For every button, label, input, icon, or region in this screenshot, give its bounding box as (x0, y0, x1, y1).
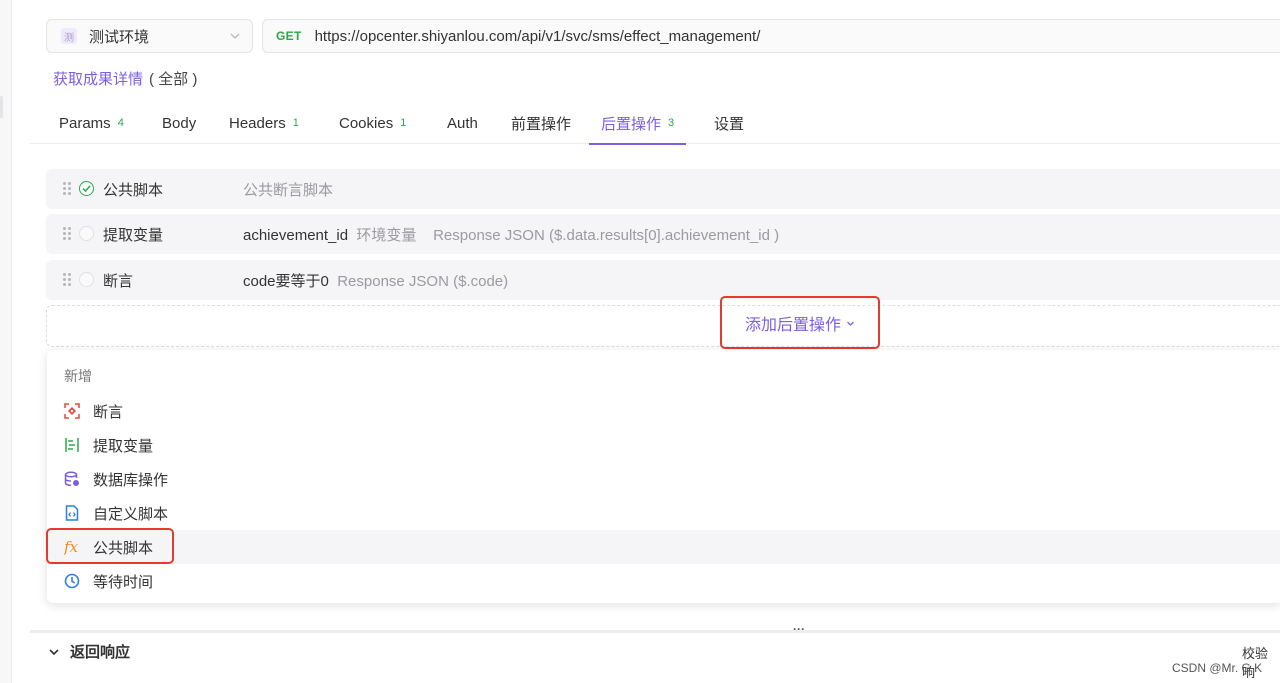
tab-post-operations[interactable]: 后置操作 3 (589, 102, 687, 145)
api-scope: ( 全部 ) (149, 71, 198, 88)
sidebar-nub (0, 96, 3, 118)
tab-settings[interactable]: 设置 (714, 102, 744, 144)
drag-handle-icon[interactable] (63, 273, 71, 287)
url-input[interactable]: https://opcenter.shiyanlou.com/api/v1/sv… (315, 28, 761, 45)
processor-name: 断言 (103, 272, 134, 290)
request-tabs: Params 4 Body Headers 1 Cookies 1 Auth 前置操作… (30, 102, 1280, 145)
menu-item-wait-time[interactable]: 等待时间 (47, 564, 1280, 598)
resize-handle-icon[interactable]: ··· (793, 622, 805, 636)
url-bar[interactable]: GET https://opcenter.shiyanlou.com/api/v… (262, 19, 1280, 53)
drag-handle-icon[interactable] (63, 182, 71, 196)
tab-cookies[interactable]: Cookies 1 (339, 102, 406, 144)
add-operation-zone (46, 305, 1280, 347)
annotation-highlight-box (46, 528, 174, 564)
database-icon (64, 471, 79, 487)
tab-params[interactable]: Params 4 (59, 102, 124, 144)
menu-item-extract-variable[interactable]: 提取变量 (47, 428, 1280, 462)
dropdown-group-label: 新增 (64, 368, 92, 384)
chevron-down-icon (49, 648, 59, 655)
processor-desc: achievement_id 环境变量 Response JSON ($.dat… (243, 226, 780, 244)
clock-icon (64, 573, 80, 589)
tab-auth[interactable]: Auth (447, 102, 478, 144)
left-sidebar-strip (0, 0, 12, 683)
processor-desc: code要等于0 Response JSON ($.code) (243, 272, 509, 290)
add-operation-dropdown: 新增 断言 提取变量 数据库操作 自定义脚本 fx 公共脚本 等待时间 (47, 350, 1280, 603)
processor-desc: 公共断言脚本 (243, 181, 334, 199)
http-method[interactable]: GET (276, 29, 302, 43)
response-label: 返回响应 (70, 644, 131, 661)
assertion-icon (64, 403, 80, 419)
processor-row-assertion[interactable]: 断言 code要等于0 Response JSON ($.code) (46, 260, 1280, 300)
add-post-operation-button[interactable]: 添加后置操作 (720, 296, 880, 349)
panel-resize-line[interactable] (30, 630, 1280, 633)
environment-badge: 测 (61, 28, 77, 44)
watermark: CSDN @Mr. G K (1172, 661, 1263, 675)
drag-handle-icon[interactable] (63, 227, 71, 241)
script-file-icon (65, 505, 79, 521)
api-title-row: 获取成果详情 ( 全部 ) (53, 68, 197, 89)
menu-item-database[interactable]: 数据库操作 (47, 462, 1280, 496)
processor-row-public-script[interactable]: 公共脚本 公共断言脚本 (46, 169, 1280, 209)
extract-variable-icon (65, 438, 79, 452)
processor-name: 提取变量 (103, 226, 164, 244)
menu-item-custom-script[interactable]: 自定义脚本 (47, 496, 1280, 530)
tab-body[interactable]: Body (162, 102, 196, 144)
menu-item-assertion[interactable]: 断言 (47, 394, 1280, 428)
environment-select[interactable]: 测 测试环境 (46, 19, 253, 53)
processor-row-extract-variable[interactable]: 提取变量 achievement_id 环境变量 Response JSON (… (46, 214, 1280, 254)
enable-checkbox[interactable] (79, 226, 94, 241)
tab-pre-operations[interactable]: 前置操作 (511, 102, 571, 144)
environment-name: 测试环境 (89, 28, 150, 46)
enable-checkbox[interactable] (79, 272, 94, 287)
processor-name: 公共脚本 (103, 181, 164, 199)
response-section-header[interactable]: 返回响应 (48, 641, 130, 662)
enabled-check-icon[interactable] (79, 181, 94, 196)
chevron-down-icon (847, 321, 854, 326)
chevron-down-icon (230, 33, 240, 39)
tab-headers[interactable]: Headers 1 (229, 102, 299, 144)
api-name-link[interactable]: 获取成果详情 (53, 68, 143, 89)
menu-item-public-script[interactable]: fx 公共脚本 (47, 530, 1280, 564)
